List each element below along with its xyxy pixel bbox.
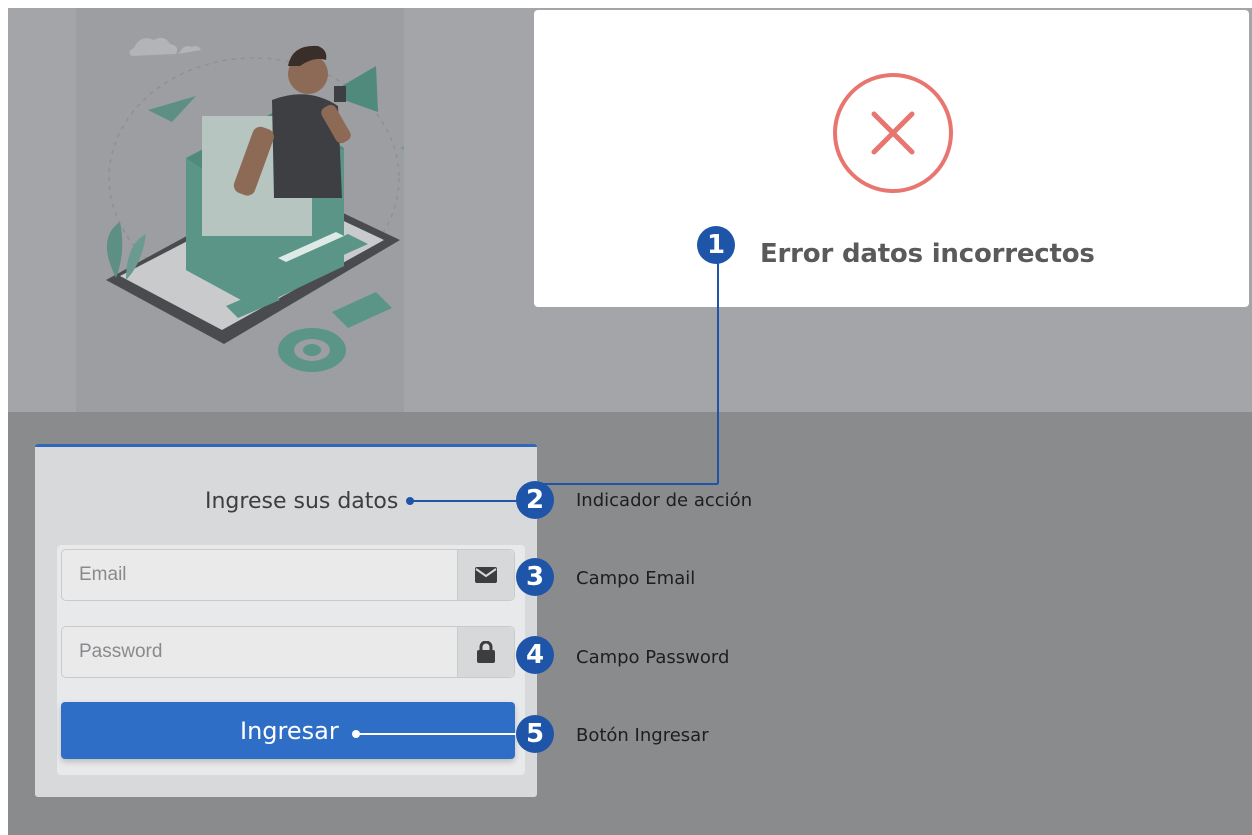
ingresar-button-label: Ingresar: [240, 717, 339, 745]
login-title: Ingrese sus datos: [205, 489, 399, 514]
callout-badge-5: 5: [516, 715, 554, 753]
password-input[interactable]: [62, 627, 458, 677]
callout-label-5: Botón Ingresar: [576, 725, 709, 746]
email-input[interactable]: [62, 550, 458, 600]
callout-badge-2: 2: [516, 481, 554, 519]
callout-badge-1: 1: [697, 226, 735, 264]
password-addon: [457, 627, 514, 677]
error-modal: Error datos incorrectos: [534, 10, 1249, 307]
ingresar-button[interactable]: Ingresar: [61, 702, 515, 759]
callout-label-2: Indicador de acción: [576, 490, 753, 511]
lock-icon: [477, 641, 495, 663]
email-field-group: [61, 549, 515, 601]
email-marketing-illustration: [106, 37, 404, 372]
password-field-group: [61, 626, 515, 678]
error-message: Error datos incorrectos: [760, 239, 1095, 269]
callout-label-4: Campo Password: [576, 647, 730, 668]
email-addon: [457, 550, 514, 600]
callout-badge-4: 4: [516, 636, 554, 674]
envelope-icon: [475, 567, 497, 583]
x-circle-icon: [832, 72, 954, 199]
illustration-panel: [76, 8, 404, 412]
callout-badge-3: 3: [516, 558, 554, 596]
callout-label-3: Campo Email: [576, 568, 696, 589]
